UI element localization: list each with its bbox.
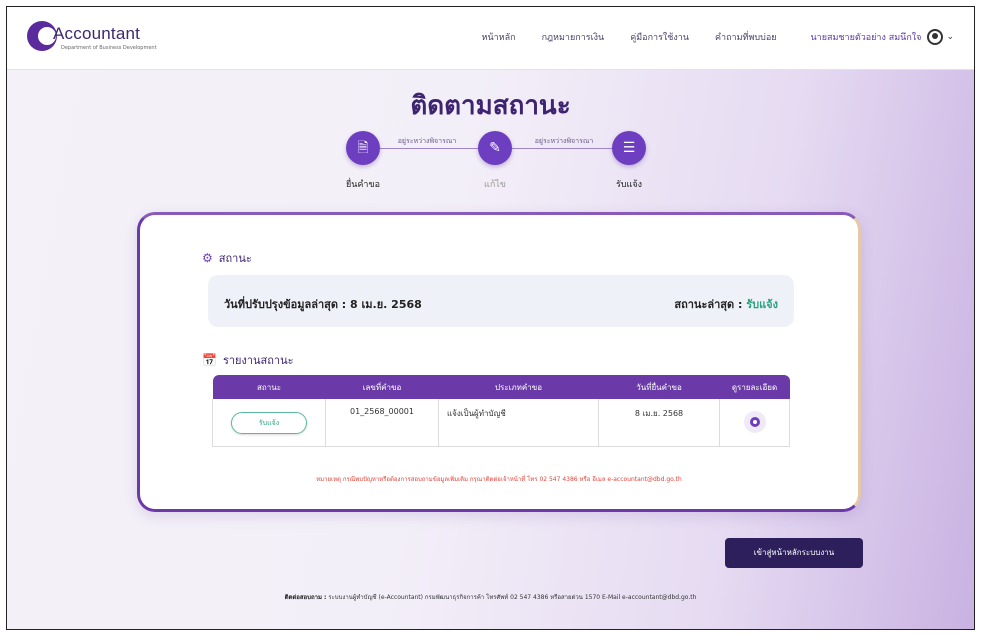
col-request-no: เลขที่คำขอ xyxy=(325,375,439,399)
logo-subtitle: Department of Business Development xyxy=(61,45,157,51)
step-received: ☰ รับแจ้ง xyxy=(599,131,659,191)
status-badge: รับแจ้ง xyxy=(231,411,307,434)
cell-status: รับแจ้ง xyxy=(212,399,326,447)
table-header-row: สถานะ เลขที่คำขอ ประเภทคำขอ วันที่ยื่นคำ… xyxy=(212,375,790,399)
calendar-icon: 📅 xyxy=(202,353,217,367)
col-date: วันที่ยื่นคำขอ xyxy=(598,375,720,399)
status-heading: ⚙ สถานะ xyxy=(202,249,252,267)
step-label: ยื่นคำขอ xyxy=(345,180,381,190)
main-nav: หน้าหลัก กฎหมายการเงิน คู่มือการใช้งาน ค… xyxy=(456,29,954,45)
status-summary: วันที่ปรับปรุงข้อมูลล่าสุด : 8 เม.ย. 256… xyxy=(208,275,794,327)
nav-law[interactable]: กฎหมายการเงิน xyxy=(542,30,605,44)
status-heading-text: สถานะ xyxy=(218,252,252,265)
footer-label: ติดต่อสอบถาม : xyxy=(284,594,327,601)
step-edit: ✎ แก้ไข xyxy=(465,131,525,191)
status-card: ⚙ สถานะ วันที่ปรับปรุงข้อมูลล่าสุด : 8 เ… xyxy=(137,212,861,512)
eye-icon[interactable] xyxy=(743,410,766,433)
nav-faq[interactable]: คำถามที่พบบ่อย xyxy=(715,30,776,44)
latest-status-value: รับแจ้ง xyxy=(746,298,778,311)
report-heading: 📅 รายงานสถานะ xyxy=(202,351,294,369)
step-label: แก้ไข xyxy=(484,180,506,190)
document-icon: 🗎 xyxy=(346,131,380,165)
nav-manual[interactable]: คู่มือการใช้งาน xyxy=(630,30,689,44)
page-title: ติดตามสถานะ xyxy=(410,91,571,121)
nav-home[interactable]: หน้าหลัก xyxy=(482,30,516,44)
footer: ติดต่อสอบถาม : ระบบงานผู้ทำบัญชี (e-Acco… xyxy=(7,592,974,602)
step-submit: 🗎 ยื่นคำขอ xyxy=(333,131,393,191)
latest-status: สถานะล่าสุด : รับแจ้ง xyxy=(674,295,778,313)
step-connector-label-2: อยู่ระหว่างพิจารณา xyxy=(534,137,594,145)
cell-request-no: 01_2568_00001 xyxy=(325,399,439,447)
col-type: ประเภทคำขอ xyxy=(438,375,599,399)
logo-text: Accountant xyxy=(53,24,141,43)
step-connector-label-1: อยู่ระหว่างพิจารณา xyxy=(397,137,457,145)
checklist-icon: ☰ xyxy=(612,131,646,165)
col-detail: ดูรายละเอียด xyxy=(719,375,790,399)
chevron-down-icon[interactable]: ⌄ xyxy=(946,32,954,42)
back-to-main-button[interactable]: เข้าสู่หน้าหลักระบบงาน xyxy=(725,538,863,568)
report-heading-text: รายงานสถานะ xyxy=(222,354,294,367)
gear-icon: ⚙ xyxy=(202,251,213,265)
table-row: รับแจ้ง 01_2568_00001 แจ้งเป็นผู้ทำบัญชี… xyxy=(212,399,790,447)
footer-text: ระบบงานผู้ทำบัญชี (e-Accountant) กรมพัฒน… xyxy=(328,594,697,601)
cell-date: 8 เม.ย. 2568 xyxy=(598,399,720,447)
status-table: สถานะ เลขที่คำขอ ประเภทคำขอ วันที่ยื่นคำ… xyxy=(212,375,790,447)
user-name[interactable]: นายสมชายตัวอย่าง สมนึกใจ xyxy=(811,30,922,44)
logo[interactable]: Accountant Department of Business Develo… xyxy=(27,21,177,59)
cell-type: แจ้งเป็นผู้ทำบัญชี xyxy=(438,399,599,447)
app-frame: Accountant Department of Business Develo… xyxy=(6,6,975,630)
contact-note: หมายเหตุ กรณีพบปัญหาหรือต้องการสอบถามข้อ… xyxy=(316,476,682,483)
cell-detail xyxy=(719,399,790,447)
top-header: Accountant Department of Business Develo… xyxy=(7,7,974,70)
col-status: สถานะ xyxy=(212,375,326,399)
user-avatar-icon[interactable] xyxy=(927,29,944,45)
edit-icon: ✎ xyxy=(478,131,512,165)
latest-status-label: สถานะล่าสุด : xyxy=(674,298,743,311)
step-label: รับแจ้ง xyxy=(615,180,642,190)
updated-date: วันที่ปรับปรุงข้อมูลล่าสุด : 8 เม.ย. 256… xyxy=(224,298,422,311)
